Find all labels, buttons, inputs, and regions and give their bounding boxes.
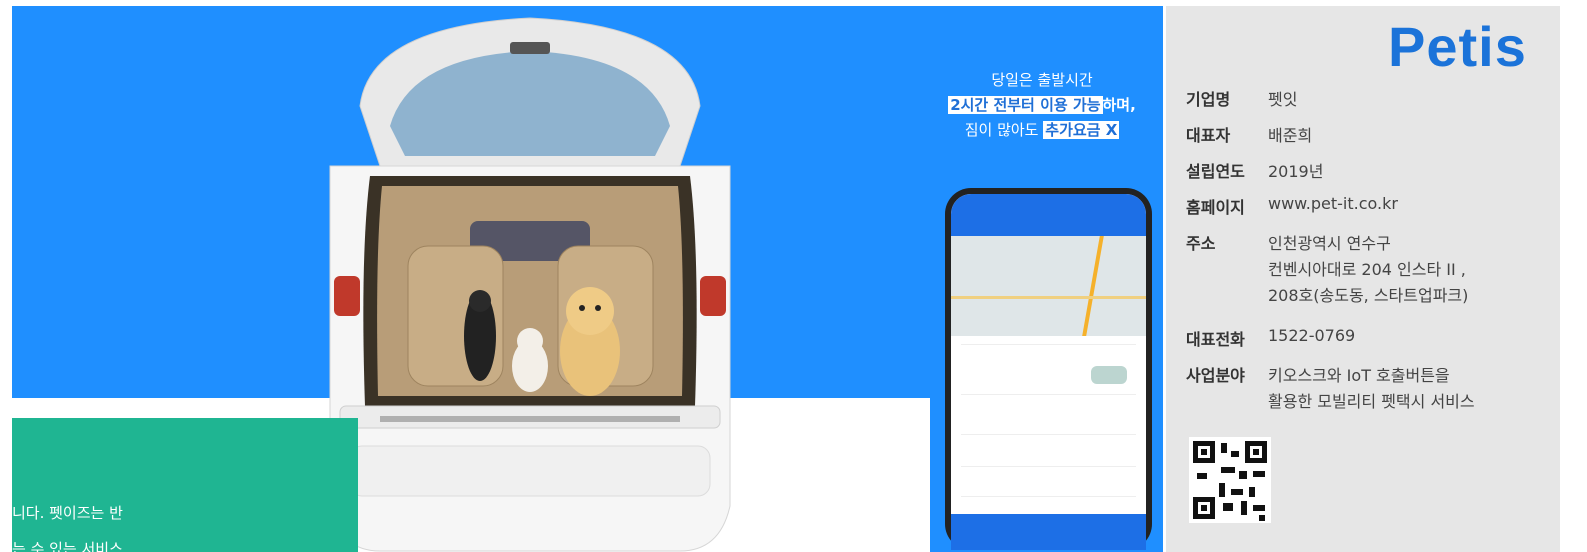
promo-line-1: 당일은 출발시간 bbox=[991, 71, 1093, 89]
car-icon bbox=[1091, 366, 1127, 384]
company-value: 펫잇 bbox=[1268, 90, 1298, 109]
address-line-1: 인천광역시 연수구 bbox=[1268, 234, 1391, 253]
address-label: 주소 bbox=[1186, 234, 1216, 253]
business-label: 사업분야 bbox=[1186, 366, 1245, 385]
ceo-label: 대표자 bbox=[1186, 126, 1231, 145]
year-label: 설립연도 bbox=[1186, 162, 1245, 181]
promo-highlight-1: 2시간 전부터 이용 가능 bbox=[948, 96, 1103, 114]
promo-line-2-rest: 하며, bbox=[1102, 96, 1136, 114]
promo-line-3: 짐이 많아도 추가요금 X bbox=[922, 118, 1162, 143]
address-line-3: 208호(송도동, 스타트업파크) bbox=[1268, 286, 1469, 305]
intro-text-line-1: 니다. 펫이즈는 반 bbox=[12, 504, 123, 522]
phone-mockup bbox=[945, 188, 1152, 550]
van-with-dogs-image bbox=[329, 17, 731, 552]
promo-text: 당일은 출발시간 2시간 전부터 이용 가능 하며, 짐이 많아도 추가요금 X bbox=[922, 68, 1162, 143]
address-line-2: 컨벤시아대로 204 인스타 II , bbox=[1268, 260, 1466, 279]
qr-code[interactable] bbox=[1189, 437, 1271, 523]
promo-highlight-2: 추가요금 X bbox=[1043, 121, 1120, 139]
promo-line-3-plain: 짐이 많아도 bbox=[964, 121, 1044, 139]
business-line-1: 키오스크와 IoT 호출버튼을 bbox=[1268, 366, 1450, 385]
intro-card: 니다. 펫이즈는 반 는 수 있는 서비스 bbox=[12, 418, 358, 552]
ceo-value: 배준희 bbox=[1268, 126, 1313, 145]
company-label: 기업명 bbox=[1186, 90, 1231, 109]
year-value: 2019년 bbox=[1268, 162, 1324, 181]
homepage-value[interactable]: www.pet-it.co.kr bbox=[1268, 194, 1398, 213]
phone-value: 1522-0769 bbox=[1268, 326, 1356, 345]
app-cta-button bbox=[951, 514, 1146, 550]
petis-logo: Petis bbox=[1388, 15, 1527, 78]
hero-banner: 니다. 펫이즈는 반 는 수 있는 서비스 당일은 출발시간 2시간 전부터 이… bbox=[12, 6, 1163, 552]
business-line-2: 활용한 모빌리티 펫택시 서비스 bbox=[1268, 392, 1475, 411]
app-header bbox=[951, 194, 1146, 236]
app-map bbox=[951, 236, 1146, 336]
phone-label: 대표전화 bbox=[1186, 330, 1245, 349]
homepage-label: 홈페이지 bbox=[1186, 198, 1245, 217]
promo-line-2: 2시간 전부터 이용 가능 하며, bbox=[922, 93, 1162, 118]
phone-screen bbox=[951, 194, 1146, 550]
intro-text-line-2: 는 수 있는 서비스 bbox=[12, 540, 123, 552]
